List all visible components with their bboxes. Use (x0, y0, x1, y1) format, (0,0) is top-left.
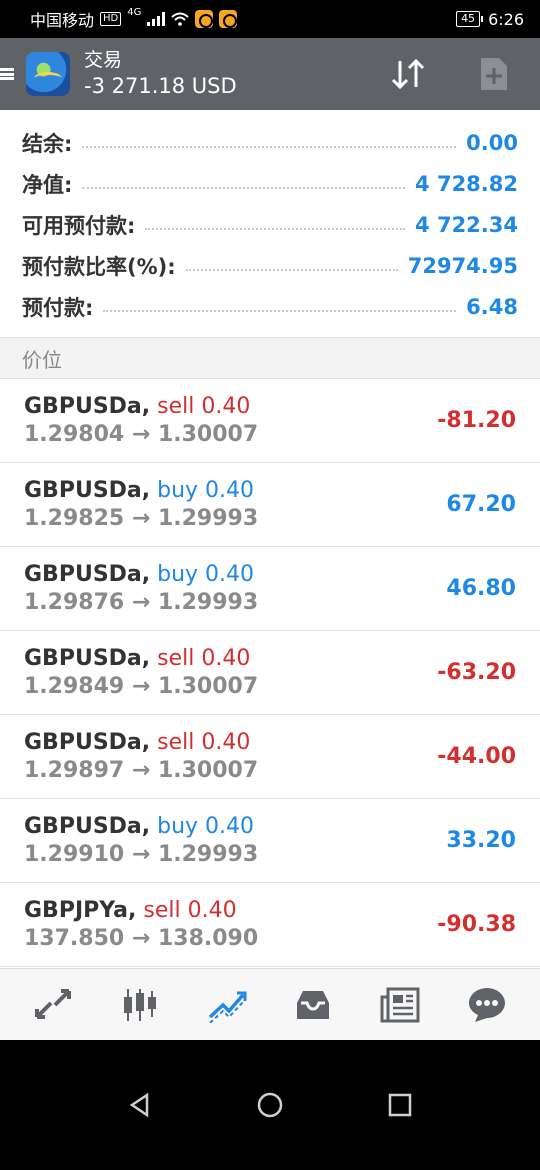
summary-row-free-margin: 可用预付款: 4 722.34 (0, 204, 540, 245)
battery-icon: 45 (456, 11, 484, 27)
signal-icon (147, 12, 166, 26)
nav-quotes[interactable] (23, 975, 83, 1035)
notification-app-icon (195, 10, 214, 28)
hd-badge: HD (100, 12, 122, 26)
position-profit: 67.20 (446, 492, 516, 517)
status-bar: 中国移动 HD 4G 45 6:26 (0, 0, 540, 38)
leader-dots (82, 145, 457, 148)
position-prices: 1.29910 → 1.29993 (24, 841, 259, 867)
section-header-positions: 价位 (0, 337, 540, 379)
position-profit: -81.20 (437, 408, 516, 433)
quotes-icon (35, 988, 72, 1019)
history-icon (297, 990, 330, 1019)
page-title: 交易 (84, 49, 123, 71)
position-side: sell 0.40 (157, 729, 251, 755)
app-header: 交易 -3 271.18 USD (0, 38, 540, 110)
summary-row-balance: 结余: 0.00 (0, 122, 540, 163)
wifi-icon (171, 12, 190, 26)
app-logo (26, 52, 70, 96)
home-icon (257, 1092, 283, 1118)
summary-value: 0.00 (466, 130, 518, 155)
position-side: buy 0.40 (157, 561, 255, 587)
summary-label: 结余: (22, 131, 73, 156)
position-prices: 1.29825 → 1.29993 (24, 505, 259, 531)
sort-icon[interactable] (388, 54, 428, 94)
leader-dots (185, 268, 398, 271)
summary-row-margin-level: 预付款比率(%): 72974.95 (0, 245, 540, 286)
position-profit: -44.00 (437, 744, 516, 769)
position-symbol: GBPUSDa, (24, 561, 151, 587)
summary-label: 预付款比率(%): (22, 254, 176, 279)
position-prices: 1.29876 → 1.29993 (24, 589, 259, 615)
position-symbol: GBPUSDa, (24, 729, 151, 755)
clock: 6:26 (488, 9, 524, 29)
position-row[interactable]: GBPJPYa, sell 0.40 137.850 → 138.090 -90… (0, 883, 540, 967)
trade-content: 结余: 0.00 净值: 4 728.82 可用预付款: 4 722.34 预付… (0, 110, 540, 968)
system-nav-bar (0, 1040, 540, 1170)
section-title: 价位 (22, 347, 62, 372)
position-side: sell 0.40 (143, 897, 237, 923)
summary-label: 预付款: (22, 295, 94, 320)
summary-row-margin: 预付款: 6.48 (0, 286, 540, 327)
position-row[interactable]: GBPUSDa, buy 0.40 1.29876 → 1.29993 46.8… (0, 547, 540, 631)
summary-row-equity: 净值: 4 728.82 (0, 163, 540, 204)
recents-icon (388, 1093, 412, 1117)
position-side: buy 0.40 (157, 813, 255, 839)
trade-icon (208, 991, 247, 1023)
nav-history[interactable] (283, 975, 343, 1035)
leader-dots (103, 309, 457, 312)
news-icon (380, 987, 420, 1022)
position-row[interactable]: GBPUSDa, buy 0.40 1.29825 → 1.29993 67.2… (0, 463, 540, 547)
leader-dots (82, 186, 406, 189)
account-summary: 结余: 0.00 净值: 4 728.82 可用预付款: 4 722.34 预付… (0, 110, 540, 327)
new-order-icon[interactable] (474, 54, 514, 94)
position-prices: 1.29897 → 1.30007 (24, 757, 259, 783)
position-profit: 46.80 (446, 576, 516, 601)
position-row[interactable]: GBPUSDa, sell 0.40 1.29804 → 1.30007 -81… (0, 379, 540, 463)
home-button[interactable] (245, 1080, 295, 1130)
nav-trade[interactable] (197, 975, 257, 1035)
position-prices: 1.29804 → 1.30007 (24, 421, 259, 447)
recents-button[interactable] (375, 1080, 425, 1130)
position-profit: -63.20 (437, 660, 516, 685)
menu-icon[interactable] (0, 65, 16, 83)
position-row[interactable]: GBPUSDa, sell 0.40 1.29897 → 1.30007 -44… (0, 715, 540, 799)
floating-profit: -3 271.18 USD (84, 74, 237, 98)
chart-icon (123, 988, 156, 1021)
summary-label: 可用预付款: (22, 213, 136, 238)
position-symbol: GBPUSDa, (24, 393, 151, 419)
position-row[interactable]: GBPUSDa, buy 0.40 1.29910 → 1.29993 33.2… (0, 799, 540, 883)
position-side: sell 0.40 (157, 645, 251, 671)
back-button[interactable] (115, 1080, 165, 1130)
nav-news[interactable] (370, 975, 430, 1035)
nav-chart[interactable] (110, 975, 170, 1035)
position-symbol: GBPUSDa, (24, 645, 151, 671)
summary-value: 6.48 (466, 294, 518, 319)
chat-icon (468, 987, 505, 1022)
position-row[interactable]: GBPUSDa, sell 0.40 1.29849 → 1.30007 -63… (0, 631, 540, 715)
bottom-nav (0, 968, 540, 1040)
position-symbol: GBPUSDa, (24, 477, 151, 503)
summary-value: 4 728.82 (415, 171, 518, 196)
back-icon (129, 1092, 149, 1118)
position-side: buy 0.40 (157, 477, 255, 503)
position-side: sell 0.40 (157, 393, 251, 419)
position-profit: 33.20 (446, 828, 516, 853)
position-symbol: GBPUSDa, (24, 813, 151, 839)
nav-chat[interactable] (457, 975, 517, 1035)
position-symbol: GBPJPYa, (24, 897, 137, 923)
summary-value: 72974.95 (407, 253, 518, 278)
position-prices: 1.29849 → 1.30007 (24, 673, 259, 699)
position-prices: 137.850 → 138.090 (24, 925, 259, 951)
leader-dots (145, 227, 406, 230)
carrier-name: 中国移动 (30, 11, 95, 30)
summary-value: 4 722.34 (415, 212, 518, 237)
position-profit: -90.38 (437, 912, 516, 937)
network-type: 4G (127, 7, 142, 18)
summary-label: 净值: (22, 172, 73, 197)
notification-app-icon (219, 10, 238, 28)
